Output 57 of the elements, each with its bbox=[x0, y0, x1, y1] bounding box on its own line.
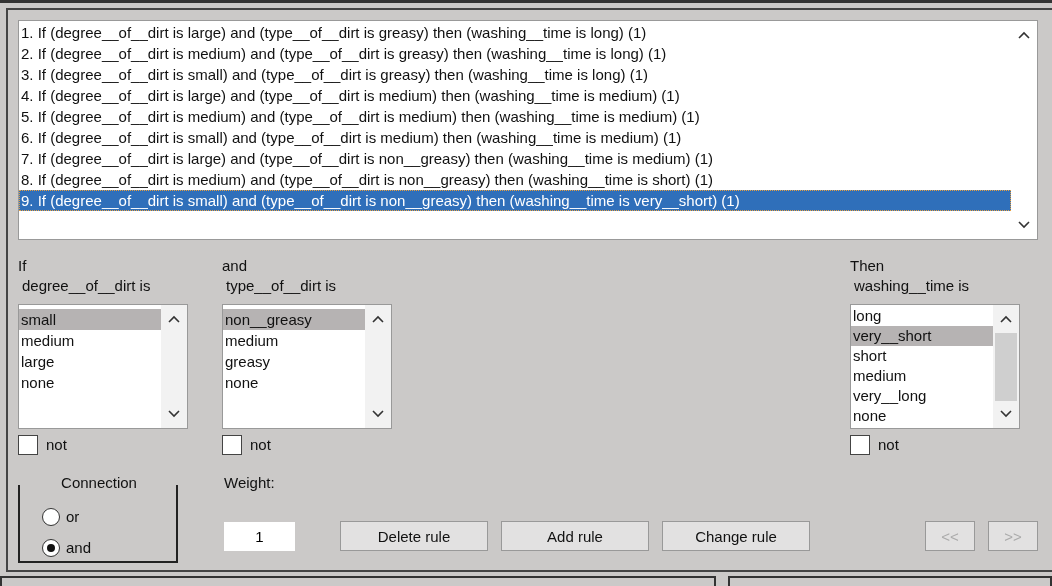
membership-item[interactable]: medium bbox=[851, 366, 993, 386]
not-label: not bbox=[250, 435, 271, 455]
variable-label: degree__of__dirt is bbox=[21, 276, 152, 296]
membership-item[interactable]: none bbox=[851, 406, 993, 426]
scroll-down-icon[interactable] bbox=[1000, 410, 1012, 418]
scroll-up-icon[interactable] bbox=[1018, 31, 1030, 39]
membership-item[interactable]: very__short bbox=[851, 326, 993, 346]
weight-field[interactable]: 1 bbox=[224, 522, 295, 551]
action-button[interactable]: Delete rule bbox=[340, 521, 488, 551]
rule-item[interactable]: 2. If (degree__of__dirt is medium) and (type__of__dirt is greasy) then (washing__time is long) (1) bbox=[19, 43, 1011, 64]
rule-item[interactable]: 3. If (degree__of__dirt is small) and (type__of__dirt is greasy) then (washing__time is long) (1) bbox=[19, 64, 1011, 85]
membership-item[interactable]: medium bbox=[19, 330, 161, 351]
membership-item[interactable]: short bbox=[851, 346, 993, 366]
rule-item[interactable]: 5. If (degree__of__dirt is medium) and (type__of__dirt is medium) then (washing__time is medium) (1) bbox=[19, 106, 1011, 127]
not-label: not bbox=[46, 435, 67, 455]
radio-button[interactable] bbox=[42, 507, 60, 526]
variable-label: washing__time is bbox=[853, 276, 971, 296]
not-checkbox[interactable] bbox=[850, 435, 870, 455]
membership-item[interactable]: medium bbox=[223, 330, 365, 351]
membership-item[interactable]: none bbox=[223, 372, 365, 393]
rule-item[interactable]: 1. If (degree__of__dirt is large) and (type__of__dirt is greasy) then (washing__time is long) (1) bbox=[19, 22, 1011, 43]
radio-label: or bbox=[66, 506, 80, 527]
membership-item[interactable]: very__long bbox=[851, 386, 993, 406]
not-checkbox[interactable] bbox=[222, 435, 242, 455]
panel-heading: Then bbox=[850, 256, 886, 276]
membership-item[interactable]: long bbox=[851, 306, 993, 326]
radio-label: and bbox=[66, 537, 92, 558]
scroll-down-icon[interactable] bbox=[168, 410, 180, 418]
membership-list[interactable]: long very__short short medium very__long none bbox=[850, 304, 1020, 429]
membership-item[interactable]: non__greasy bbox=[223, 309, 365, 330]
panel-heading: and bbox=[222, 256, 249, 276]
action-button[interactable]: Change rule bbox=[662, 521, 810, 551]
scroll-up-icon[interactable] bbox=[168, 315, 180, 323]
rule-item[interactable]: 6. If (degree__of__dirt is small) and (type__of__dirt is medium) then (washing__time is medium) (1) bbox=[19, 127, 1011, 148]
rule-item[interactable]: 9. If (degree__of__dirt is small) and (type__of__dirt is non__greasy) then (washing__time is very__short) (1) bbox=[19, 190, 1011, 211]
panel-heading: If bbox=[18, 256, 28, 276]
not-checkbox[interactable] bbox=[18, 435, 38, 455]
action-button[interactable]: Add rule bbox=[501, 521, 649, 551]
scroll-down-icon[interactable] bbox=[372, 410, 384, 418]
weight-label: Weight: bbox=[224, 473, 276, 493]
membership-item[interactable]: none bbox=[19, 372, 161, 393]
scroll-down-icon[interactable] bbox=[1018, 221, 1030, 229]
scroll-up-icon[interactable] bbox=[1000, 315, 1012, 323]
scroll-thumb[interactable] bbox=[995, 332, 1017, 401]
not-label: not bbox=[878, 435, 899, 455]
membership-item[interactable]: small bbox=[19, 309, 161, 330]
scroll-up-icon[interactable] bbox=[372, 315, 384, 323]
membership-list[interactable]: small medium large none bbox=[18, 304, 188, 429]
membership-item[interactable]: greasy bbox=[223, 351, 365, 372]
radio-button[interactable] bbox=[42, 538, 60, 557]
rule-item[interactable]: 8. If (degree__of__dirt is medium) and (type__of__dirt is non__greasy) then (washing__time is short) (1) bbox=[19, 169, 1011, 190]
rule-item[interactable]: 4. If (degree__of__dirt is large) and (type__of__dirt is medium) then (washing__time is medium) (1) bbox=[19, 85, 1011, 106]
rule-list[interactable] bbox=[18, 20, 1038, 240]
membership-list[interactable]: non__greasy medium greasy none bbox=[222, 304, 392, 429]
variable-label: type__of__dirt is bbox=[225, 276, 338, 296]
membership-item[interactable]: large bbox=[19, 351, 161, 372]
rule-item[interactable]: 7. If (degree__of__dirt is large) and (type__of__dirt is non__greasy) then (washing__time is medium) (1) bbox=[19, 148, 1011, 169]
